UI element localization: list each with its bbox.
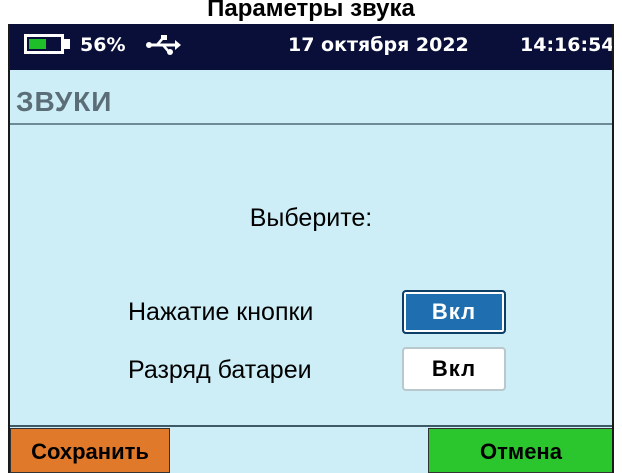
title-divider [10, 123, 612, 125]
battery-percent: 56% [80, 34, 126, 56]
status-bar: 56% 17 октября 2022 14:16:54 [10, 24, 612, 70]
button-press-sound-label: Нажатие кнопки [128, 298, 314, 326]
window-caption: Параметры звука [0, 0, 622, 22]
softkey-divider [10, 425, 612, 427]
battery-low-sound-toggle[interactable]: Вкл [402, 347, 506, 391]
battery-icon [24, 34, 64, 54]
page-title: ЗВУКИ [16, 86, 113, 117]
usb-icon [146, 35, 181, 55]
button-press-sound-toggle[interactable]: Вкл [402, 290, 506, 334]
selection-prompt: Выберите: [249, 204, 373, 232]
save-button[interactable]: Сохранить [10, 428, 170, 473]
battery-level-fill [29, 39, 46, 49]
device-screen: 56% 17 октября 2022 14:16:54 ЗВУКИ Выбер… [8, 24, 614, 473]
status-date: 17 октября 2022 [288, 34, 469, 56]
cancel-button[interactable]: Отмена [428, 428, 612, 473]
status-time: 14:16:54 [520, 34, 614, 56]
battery-tip [64, 39, 70, 49]
battery-low-sound-label: Разряд батареи [128, 356, 312, 384]
